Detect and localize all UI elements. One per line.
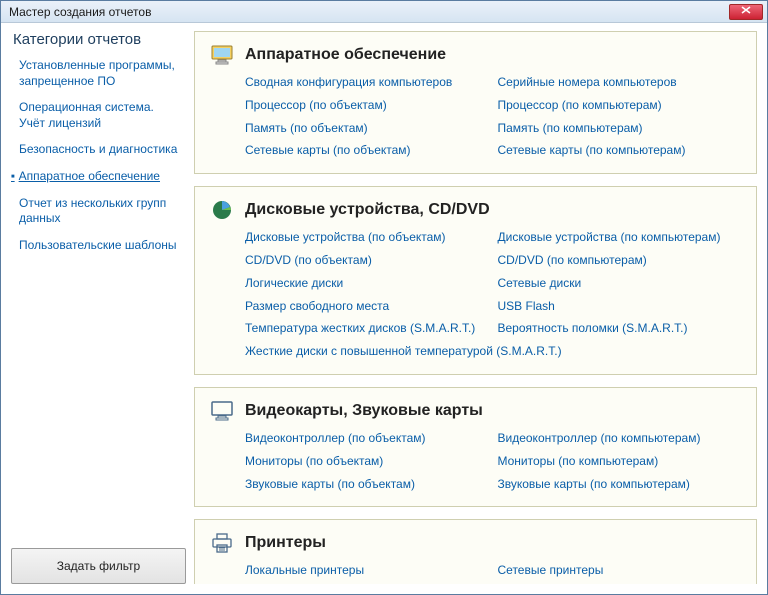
monitor-outline-icon [211, 400, 233, 422]
report-link[interactable]: CD/DVD (по компьютерам) [498, 252, 741, 269]
report-link[interactable]: USB Flash [498, 298, 741, 315]
sidebar-item-4[interactable]: Отчет из нескольких групп данных [19, 196, 182, 227]
report-link[interactable]: Локальные принтеры [245, 562, 488, 579]
printer-icon [211, 532, 233, 554]
report-link[interactable]: Процессор (по объектам) [245, 97, 488, 114]
report-link[interactable]: Жесткие диски с повышенной температурой … [245, 343, 740, 360]
sidebar-item-2[interactable]: Безопасность и диагностика [19, 142, 182, 158]
report-link[interactable]: CD/DVD (по объектам) [245, 252, 488, 269]
report-link[interactable]: Сводная конфигурация компьютеров [245, 74, 488, 91]
section-title: Принтеры [245, 534, 326, 552]
section-2: Видеокарты, Звуковые карты Видеоконтролле… [194, 387, 757, 507]
section-header: Аппаратное обеспечение [211, 44, 740, 66]
report-link[interactable]: Мониторы (по объектам) [245, 453, 488, 470]
report-link[interactable]: Сетевые принтеры [498, 562, 741, 579]
report-link[interactable]: Звуковые карты (по компьютерам) [498, 476, 741, 493]
section-title: Аппаратное обеспечение [245, 46, 446, 64]
report-link[interactable]: Серийные номера компьютеров [498, 74, 741, 91]
report-sections: Аппаратное обеспечение Сводная конфигурац… [194, 31, 757, 584]
section-header: Видеокарты, Звуковые карты [211, 400, 740, 422]
sidebar: Категории отчетов Установленные программ… [11, 31, 186, 584]
section-1: Дисковые устройства, CD/DVD Дисковые устр… [194, 186, 757, 375]
monitor-color-icon [211, 44, 233, 66]
report-link[interactable]: Видеоконтроллер (по объектам) [245, 430, 488, 447]
sidebar-items: Установленные программы, запрещенное ПО О… [11, 58, 186, 548]
report-link[interactable]: Сетевые карты (по компьютерам) [498, 142, 741, 159]
report-link[interactable]: Память (по объектам) [245, 120, 488, 137]
section-title: Видеокарты, Звуковые карты [245, 402, 483, 420]
report-link[interactable]: Сетевые карты (по объектам) [245, 142, 488, 159]
filter-button[interactable]: Задать фильтр [11, 548, 186, 584]
section-0: Аппаратное обеспечение Сводная конфигурац… [194, 31, 757, 174]
section-links: Видеоконтроллер (по объектам) Видеоконтро… [245, 430, 740, 492]
report-link[interactable]: Температура жестких дисков (S.M.A.R.T.) [245, 320, 488, 337]
close-icon [741, 6, 751, 17]
section-links: Дисковые устройства (по объектам) Дисковы… [245, 229, 740, 360]
section-3: Принтеры Локальные принтеры Сетевые принте… [194, 519, 757, 584]
sidebar-item-0[interactable]: Установленные программы, запрещенное ПО [19, 58, 182, 89]
sidebar-heading: Категории отчетов [11, 31, 186, 48]
section-links: Локальные принтеры Сетевые принтеры [245, 562, 740, 579]
window-body: Категории отчетов Установленные программ… [1, 23, 767, 594]
report-link[interactable]: Дисковые устройства (по компьютерам) [498, 229, 741, 246]
report-link[interactable]: Процессор (по компьютерам) [498, 97, 741, 114]
report-wizard-window: Мастер создания отчетов Категории отчето… [0, 0, 768, 595]
close-button[interactable] [729, 4, 763, 20]
report-link[interactable]: Дисковые устройства (по объектам) [245, 229, 488, 246]
section-header: Дисковые устройства, CD/DVD [211, 199, 740, 221]
report-link[interactable]: Мониторы (по компьютерам) [498, 453, 741, 470]
pie-chart-icon [211, 199, 233, 221]
sidebar-item-1[interactable]: Операционная система. Учёт лицензий [19, 100, 182, 131]
report-link[interactable]: Звуковые карты (по объектам) [245, 476, 488, 493]
section-header: Принтеры [211, 532, 740, 554]
sidebar-item-3[interactable]: Аппаратное обеспечение [19, 169, 182, 185]
sidebar-item-5[interactable]: Пользовательские шаблоны [19, 238, 182, 254]
report-link[interactable]: Вероятность поломки (S.M.A.R.T.) [498, 320, 741, 337]
window-title: Мастер создания отчетов [9, 5, 151, 19]
report-link[interactable]: Память (по компьютерам) [498, 120, 741, 137]
report-link[interactable]: Размер свободного места [245, 298, 488, 315]
report-link[interactable]: Логические диски [245, 275, 488, 292]
section-title: Дисковые устройства, CD/DVD [245, 201, 490, 219]
section-links: Сводная конфигурация компьютеров Серийные… [245, 74, 740, 159]
report-link[interactable]: Видеоконтроллер (по компьютерам) [498, 430, 741, 447]
report-link[interactable]: Сетевые диски [498, 275, 741, 292]
titlebar: Мастер создания отчетов [1, 1, 767, 23]
